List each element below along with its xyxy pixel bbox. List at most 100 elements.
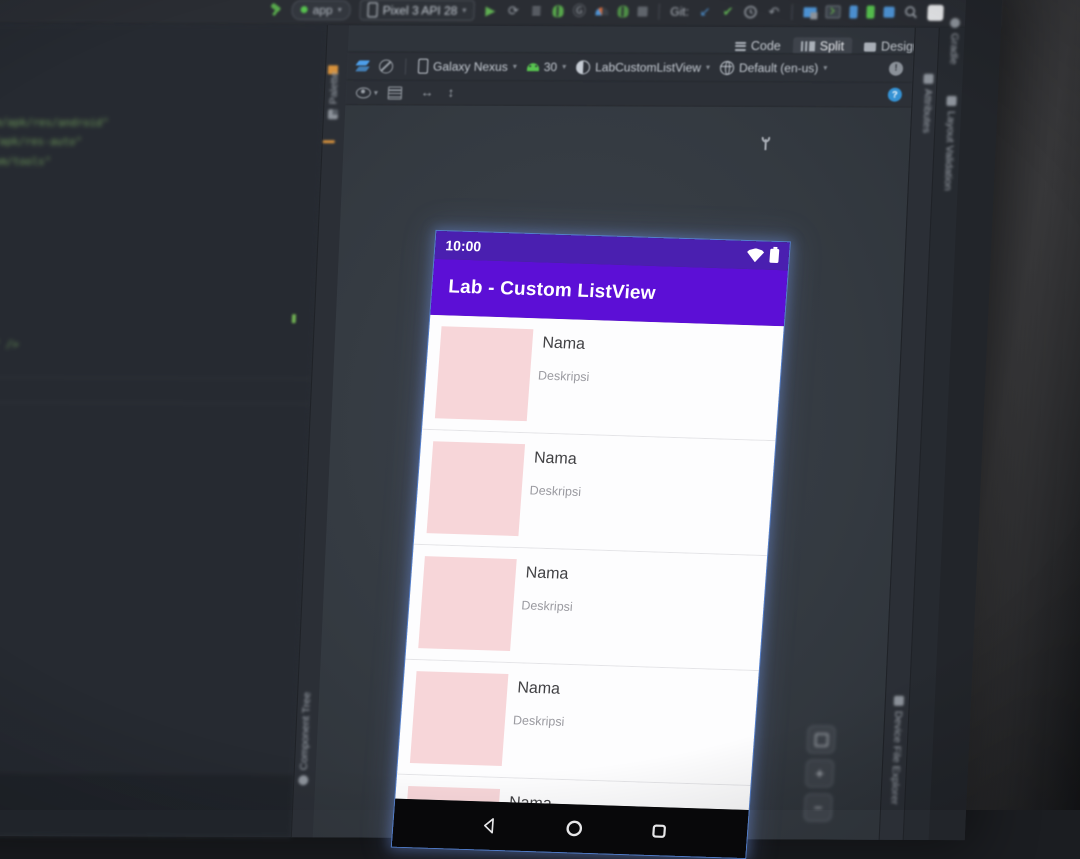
item-description: Deskripsi (521, 598, 573, 614)
issue-badge[interactable]: ! (889, 61, 904, 75)
device-file-explorer-icon (894, 696, 904, 706)
zoom-to-fit-button[interactable] (807, 725, 836, 753)
chevron-down-icon: ▾ (513, 62, 517, 71)
chevron-down-icon: ▾ (337, 5, 341, 14)
phone-nav-bar (392, 799, 749, 858)
device-manager-icon[interactable] (867, 6, 876, 19)
run-configuration-label: app (312, 3, 333, 17)
project-structure-icon[interactable] (804, 7, 817, 17)
list-item[interactable]: Nama Deskripsi (405, 545, 767, 671)
split-icon (801, 41, 815, 51)
item-thumbnail (435, 326, 533, 421)
item-thumbnail (427, 441, 525, 536)
item-description: Deskripsi (538, 368, 590, 384)
custom-listview[interactable]: Nama Deskripsi Nama Deskripsi Nama Deskr… (395, 315, 783, 810)
design-toolbar: Galaxy Nexus ▾ 30 ▾ LabCustomListView ▾ … (347, 51, 914, 81)
attributes-label: Attributes (920, 89, 934, 133)
list-item[interactable]: Nama Deskripsi (414, 430, 776, 556)
chevron-down-icon: ▾ (706, 63, 710, 72)
component-tree-icon (298, 775, 308, 785)
horizontal-resize-icon[interactable]: ↔ (420, 85, 435, 101)
zoom-out-button[interactable]: − (804, 793, 833, 821)
locale-select[interactable]: Default (en-us) ▾ (720, 60, 828, 74)
theme-select-label: LabCustomListView (595, 60, 701, 74)
design-surface-icon[interactable] (357, 60, 370, 72)
git-history-icon[interactable] (744, 5, 759, 19)
palette-label: Palette (327, 72, 340, 105)
git-commit-icon[interactable]: ✔ (721, 3, 736, 19)
chevron-down-icon: ▾ (462, 6, 466, 15)
back-button-icon[interactable] (478, 814, 502, 837)
stop-icon[interactable] (637, 6, 647, 16)
gradle-tool-button[interactable]: Gradle (947, 18, 961, 65)
attach-debugger-icon[interactable] (617, 5, 629, 17)
editor-bottom-panel (0, 772, 294, 837)
profiler-icon[interactable] (595, 7, 608, 15)
target-device-label: Pixel 3 API 28 (382, 3, 457, 17)
design-toolbar-secondary: ▾ ↔ ↕ ? (345, 79, 912, 107)
wrench-icon[interactable] (758, 135, 773, 153)
gradle-label: Gradle (947, 33, 960, 65)
list-item[interactable]: Nama Deskripsi (397, 660, 759, 786)
panel-divider (0, 377, 311, 379)
app-bar-title: Lab - Custom ListView (448, 276, 657, 305)
help-badge[interactable]: ? (888, 88, 903, 102)
locale-select-label: Default (en-us) (739, 61, 819, 75)
battery-icon (769, 249, 779, 263)
code-line: d.com/tools" (0, 155, 51, 168)
debug-icon[interactable] (552, 5, 564, 17)
list-view-icon[interactable] (388, 86, 403, 99)
layout-validation-icon (946, 96, 956, 106)
notifications-icon[interactable] (928, 4, 945, 20)
item-name: Nama (517, 679, 561, 698)
list-item[interactable]: Nama Deskripsi (422, 315, 784, 441)
zoom-in-button[interactable]: + (805, 759, 834, 787)
apply-code-changes-icon[interactable]: ≣ (529, 3, 544, 19)
code-editor[interactable]: roid.com/apk/res/android" com/apk/res-au… (0, 24, 327, 837)
api-version-select[interactable]: 30 ▾ (527, 60, 567, 74)
profile-icon[interactable]: Ⓖ (572, 3, 587, 19)
palette-icon (328, 109, 338, 119)
toolbar-divider (792, 4, 794, 20)
item-description: Deskripsi (513, 713, 565, 729)
run-configuration-select[interactable]: app ▾ (291, 0, 351, 20)
coverage-marker (292, 314, 296, 323)
sdk-manager-icon[interactable] (884, 7, 895, 18)
tab-split-label: Split (819, 39, 844, 53)
build-hammer-icon[interactable] (269, 3, 283, 16)
code-line: roid.com/apk/res/android" (0, 116, 109, 129)
item-description: Deskripsi (529, 483, 581, 499)
search-icon[interactable] (904, 5, 920, 20)
terminal-icon[interactable] (826, 5, 842, 18)
home-button-icon[interactable] (562, 817, 586, 840)
item-name: Nama (542, 335, 586, 354)
orientation-icon[interactable] (379, 59, 394, 73)
attributes-icon (923, 74, 933, 84)
toolbar-divider (658, 3, 660, 19)
device-select[interactable]: Galaxy Nexus ▾ (418, 59, 517, 74)
wifi-icon (746, 248, 764, 263)
code-line: ing" /> (0, 337, 19, 350)
run-icon[interactable]: ▶ (483, 2, 498, 18)
design-surface[interactable]: 10:00 Lab - Custom ListView Nama Deskrip… (313, 105, 911, 839)
code-icon (735, 42, 746, 51)
git-rollback-icon[interactable]: ↶ (767, 4, 782, 20)
phone-preview[interactable]: 10:00 Lab - Custom ListView Nama Deskrip… (392, 231, 790, 858)
theme-select[interactable]: LabCustomListView ▾ (576, 60, 710, 75)
warning-stripe-marker (323, 140, 335, 143)
gradle-icon (950, 18, 960, 28)
view-options-button[interactable]: ▾ (356, 87, 379, 98)
device-select-label: Galaxy Nexus (433, 59, 508, 73)
item-thumbnail (418, 556, 516, 651)
vertical-resize-icon[interactable]: ↕ (444, 85, 459, 101)
git-update-icon[interactable]: ↙ (698, 3, 713, 19)
target-device-select[interactable]: Pixel 3 API 28 ▾ (359, 0, 475, 21)
recents-button-icon[interactable] (647, 820, 671, 843)
chevron-down-icon: ▾ (562, 62, 566, 71)
apply-changes-icon[interactable]: ⟳ (506, 2, 521, 18)
api-version-label: 30 (544, 60, 558, 74)
panel-divider (0, 402, 310, 404)
palette-tool-button[interactable]: Palette (327, 72, 341, 120)
android-studio-window: app ▾ Pixel 3 API 28 ▾ ▶ ⟳ ≣ Ⓖ Git: ↙ ✔ … (0, 0, 1003, 840)
avd-manager-icon[interactable] (850, 5, 859, 18)
